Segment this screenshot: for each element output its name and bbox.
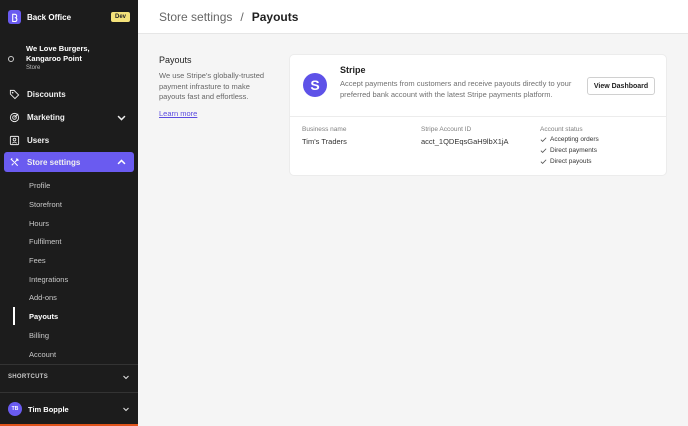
- nav-item-store-settings[interactable]: Store settings: [4, 152, 134, 172]
- chevron-down-icon: [117, 115, 126, 121]
- breadcrumb-parent[interactable]: Store settings: [159, 10, 232, 24]
- tag-icon: [9, 89, 20, 99]
- sidebar-divider: [0, 392, 138, 393]
- account-status-label: Account status: [540, 126, 583, 133]
- store-name-line1: We Love Burgers,: [26, 44, 90, 53]
- environment-badge: Dev: [110, 12, 130, 22]
- nav-label: Store settings: [27, 157, 81, 167]
- account-id-label: Stripe Account ID: [421, 126, 472, 133]
- page-title: Payouts: [251, 9, 299, 24]
- section-title: Payouts: [159, 55, 192, 65]
- brand-name: Back Office: [27, 12, 72, 22]
- subnav-item-profile[interactable]: Profile: [29, 180, 50, 192]
- status-text: Direct payments: [550, 147, 597, 154]
- user-name: Tim Bopple: [28, 404, 69, 414]
- status-item: Direct payouts: [540, 158, 592, 165]
- subnav-item-fees[interactable]: Fees: [29, 255, 46, 267]
- card-title: Stripe: [340, 65, 366, 75]
- back-office-logo-icon: [8, 10, 21, 24]
- payouts-intro: Payouts We use Stripe's globally-trusted…: [159, 55, 277, 121]
- stripe-logo-icon: S: [303, 73, 327, 97]
- shortcuts-toggle[interactable]: SHORTCUTS: [8, 370, 130, 384]
- nav-item-marketing[interactable]: Marketing: [4, 107, 134, 127]
- stripe-card: S Stripe Accept payments from customers …: [289, 54, 667, 176]
- subnav-item-billing[interactable]: Billing: [29, 330, 49, 342]
- nav-label: Discounts: [27, 89, 66, 99]
- status-text: Accepting orders: [550, 136, 599, 143]
- check-icon: [540, 148, 547, 154]
- nav-label: Marketing: [27, 112, 65, 122]
- view-dashboard-button[interactable]: View Dashboard: [587, 77, 655, 95]
- check-icon: [540, 159, 547, 165]
- subnav-item-payouts[interactable]: Payouts: [29, 311, 58, 323]
- subnav-item-fulfilment[interactable]: Fulfilment: [29, 236, 62, 248]
- page-header: Store settings / Payouts: [138, 0, 688, 34]
- subnav-item-add-ons[interactable]: Add-ons: [29, 292, 57, 304]
- active-indicator: [13, 307, 15, 325]
- user-menu[interactable]: TB Tim Bopple: [8, 401, 130, 417]
- section-description: We use Stripe's globally-trusted payment…: [159, 71, 265, 101]
- sidebar: Back Office Dev We Love Burgers, Kangaro…: [0, 0, 138, 426]
- check-icon: [540, 137, 547, 143]
- store-name-line2: Kangaroo Point: [26, 54, 82, 63]
- subnav-item-storefront[interactable]: Storefront: [29, 199, 62, 211]
- store-switcher[interactable]: We Love Burgers, Kangaroo Point Store: [8, 44, 130, 71]
- status-text: Direct payouts: [550, 158, 592, 165]
- card-description: Accept payments from customers and recei…: [340, 79, 572, 99]
- account-id-value: acct_1QDEqsGaH9lbX1jA: [421, 137, 509, 146]
- learn-more-link[interactable]: Learn more: [159, 109, 197, 120]
- avatar: TB: [8, 402, 22, 416]
- user-card-icon: [9, 135, 20, 145]
- store-type: Store: [26, 65, 41, 71]
- chevron-up-icon: [117, 158, 126, 164]
- subnav-item-account[interactable]: Account: [29, 349, 56, 361]
- nav-item-discounts[interactable]: Discounts: [4, 84, 134, 104]
- breadcrumb-separator: /: [240, 9, 244, 24]
- status-item: Accepting orders: [540, 136, 599, 143]
- card-divider: [290, 116, 666, 117]
- tools-icon: [10, 157, 19, 166]
- brand[interactable]: Back Office Dev: [8, 9, 130, 25]
- nav-label: Users: [27, 135, 50, 145]
- shortcuts-label: SHORTCUTS: [8, 374, 49, 380]
- chevron-down-icon: [123, 407, 129, 412]
- store-status-icon: [8, 56, 14, 62]
- business-name-label: Business name: [302, 126, 347, 133]
- nav-item-users[interactable]: Users: [4, 130, 134, 150]
- target-icon: [9, 112, 20, 122]
- business-name-value: Tim's Traders: [302, 137, 347, 146]
- subnav-item-integrations[interactable]: Integrations: [29, 274, 68, 286]
- status-item: Direct payments: [540, 147, 597, 154]
- chevron-down-icon: [123, 375, 129, 380]
- sidebar-divider: [0, 364, 138, 365]
- subnav-item-hours[interactable]: Hours: [29, 218, 49, 230]
